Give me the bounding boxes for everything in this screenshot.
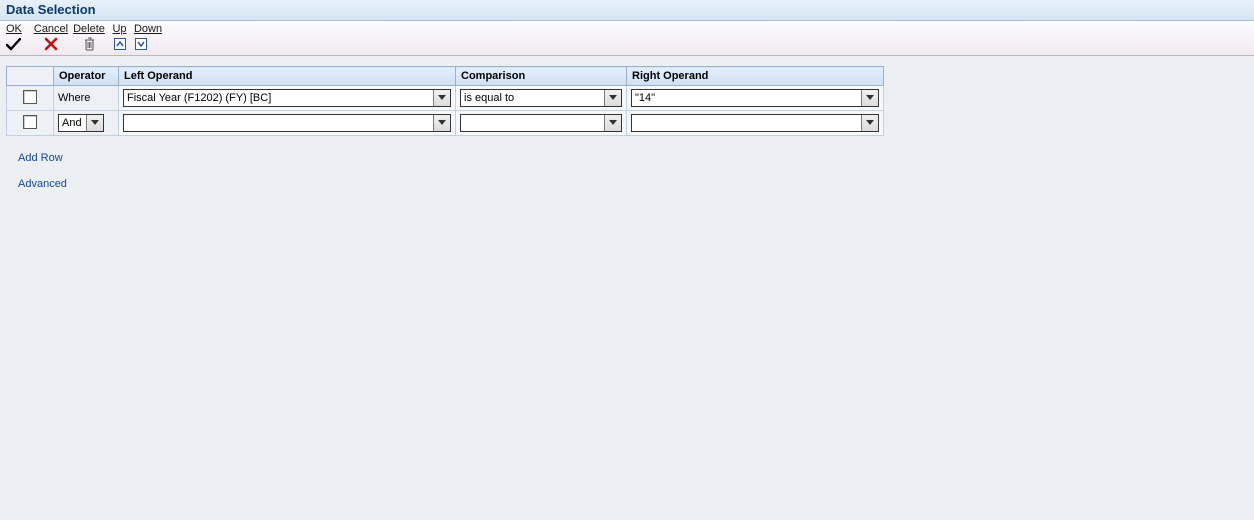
comparison-combo[interactable] (460, 114, 622, 132)
cancel-button[interactable] (44, 37, 58, 51)
dropdown-button[interactable] (433, 115, 450, 131)
check-icon (6, 38, 21, 51)
chevron-down-icon (137, 41, 145, 47)
dropdown-button[interactable] (604, 90, 621, 106)
left-operand-value: Fiscal Year (F1202) (FY) [BC] (124, 90, 433, 106)
right-operand-value: "14" (632, 90, 861, 106)
left-operand-value (124, 115, 433, 131)
col-header-left: Left Operand (119, 67, 456, 86)
dropdown-button[interactable] (433, 90, 450, 106)
criteria-grid: Operator Left Operand Comparison Right O… (6, 66, 884, 136)
up-button[interactable] (114, 38, 126, 50)
up-label[interactable]: Up (108, 23, 131, 35)
down-label[interactable]: Down (131, 23, 165, 35)
row-select-checkbox[interactable] (23, 115, 37, 129)
down-button[interactable] (135, 38, 147, 50)
chevron-up-icon (116, 41, 124, 47)
chevron-down-icon (609, 95, 617, 101)
ok-button[interactable] (6, 38, 21, 51)
criteria-row: And (7, 111, 884, 136)
dropdown-button[interactable] (86, 115, 103, 131)
cancel-label[interactable]: Cancel (32, 23, 70, 35)
right-operand-value (632, 115, 861, 131)
comparison-combo[interactable]: is equal to (460, 89, 622, 107)
delete-button[interactable] (83, 37, 96, 51)
x-icon (44, 37, 58, 51)
add-row-link[interactable]: Add Row (18, 152, 63, 164)
right-operand-combo[interactable]: "14" (631, 89, 879, 107)
dropdown-button[interactable] (861, 115, 878, 131)
comparison-value: is equal to (461, 90, 604, 106)
col-header-right: Right Operand (627, 67, 884, 86)
row-select-checkbox[interactable] (23, 90, 37, 104)
advanced-link[interactable]: Advanced (18, 178, 67, 190)
left-operand-combo[interactable] (123, 114, 451, 132)
ok-label[interactable]: OK (6, 23, 32, 35)
trash-icon (83, 37, 96, 51)
criteria-row: Where Fiscal Year (F1202) (FY) [BC] (7, 86, 884, 111)
operator-combo[interactable]: And (58, 114, 104, 132)
dropdown-button[interactable] (604, 115, 621, 131)
chevron-down-icon (609, 120, 617, 126)
page-title: Data Selection (0, 0, 1254, 21)
left-operand-combo[interactable]: Fiscal Year (F1202) (FY) [BC] (123, 89, 451, 107)
dropdown-button[interactable] (861, 90, 878, 106)
chevron-down-icon (91, 120, 99, 126)
toolbar: OK Cancel Delete Up Down (0, 21, 1254, 56)
col-header-comparison: Comparison (456, 67, 627, 86)
right-operand-combo[interactable] (631, 114, 879, 132)
operator-static: Where (58, 92, 90, 104)
col-header-operator: Operator (54, 67, 119, 86)
chevron-down-icon (866, 95, 874, 101)
chevron-down-icon (866, 120, 874, 126)
chevron-down-icon (438, 120, 446, 126)
content-area: Operator Left Operand Comparison Right O… (0, 56, 1254, 210)
delete-label[interactable]: Delete (70, 23, 108, 35)
chevron-down-icon (438, 95, 446, 101)
operator-value: And (59, 115, 86, 131)
col-header-select (7, 67, 54, 86)
comparison-value (461, 115, 604, 131)
